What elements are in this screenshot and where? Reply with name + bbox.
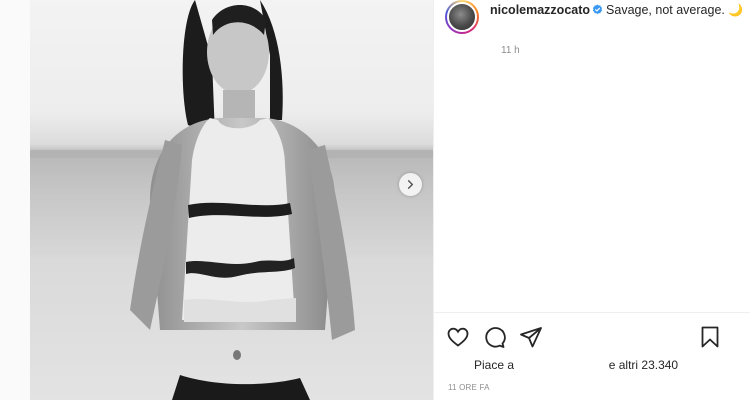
avatar-image xyxy=(447,2,477,32)
caption-text: Savage, not average. xyxy=(606,3,725,17)
comment-timestamp[interactable]: 11 h xyxy=(501,45,520,56)
carousel-next-button[interactable] xyxy=(399,173,422,196)
caption: nicolemazzocato Savage, not average. 🌙 xyxy=(490,3,745,18)
post-details-panel: nicolemazzocato Savage, not average. 🌙 11… xyxy=(433,0,750,400)
likes-summary: Piace a e altri 23.340 xyxy=(474,358,678,372)
chevron-right-icon xyxy=(407,180,414,189)
post-photo[interactable] xyxy=(30,0,433,400)
likes-prefix: Piace a xyxy=(474,358,515,372)
moon-emoji: 🌙 xyxy=(728,3,744,17)
page-gutter xyxy=(0,0,30,400)
post-time[interactable]: 11 ORE FA xyxy=(448,383,490,392)
verified-badge-icon xyxy=(592,4,603,15)
photo-figure xyxy=(130,0,355,400)
heart-icon[interactable] xyxy=(446,325,470,349)
username-link[interactable]: nicolemazzocato xyxy=(490,3,590,17)
comment-icon[interactable] xyxy=(482,325,506,349)
likes-count[interactable]: e altri 23.340 xyxy=(609,358,678,372)
paper-plane-icon[interactable] xyxy=(519,325,543,349)
bookmark-icon[interactable] xyxy=(698,325,722,349)
avatar[interactable] xyxy=(445,0,479,34)
action-bar xyxy=(434,312,750,356)
